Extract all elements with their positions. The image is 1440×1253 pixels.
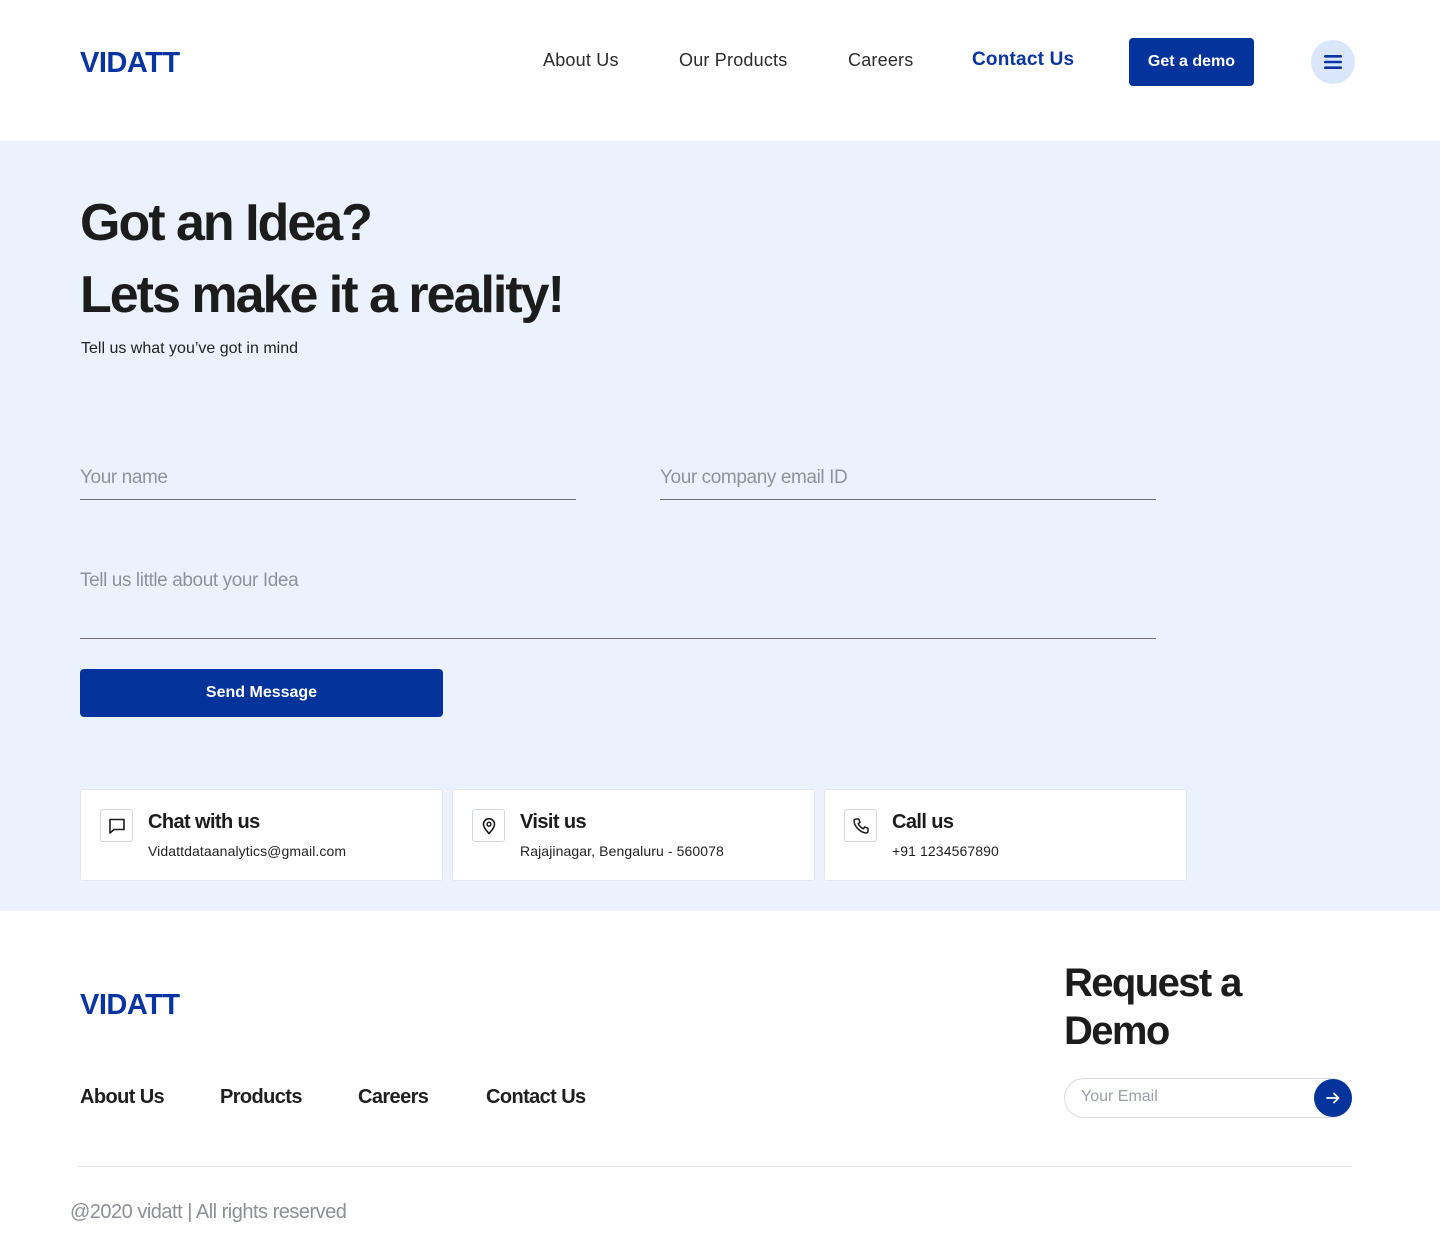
nav-about-us[interactable]: About Us [543,50,619,71]
contact-address-value: Rajajinagar, Bengaluru - 560078 [520,843,724,859]
footer-nav-careers[interactable]: Careers [358,1086,429,1109]
name-input[interactable] [80,467,576,489]
menu-button[interactable] [1311,40,1355,84]
contact-card-call: Call us +91 1234567890 [824,789,1187,881]
hero-subtitle: Tell us what you’ve got in mind [81,340,298,357]
chat-icon-box [100,809,133,842]
phone-icon [852,817,869,834]
chat-icon [108,818,125,834]
get-demo-button[interactable]: Get a demo [1129,38,1254,86]
footer-nav-products[interactable]: Products [220,1086,302,1109]
contact-email-value[interactable]: Vidattdataanalytics@gmail.com [148,843,346,859]
footer-brand-logo[interactable]: VIDATT [80,988,192,1018]
location-pin-icon [482,817,495,834]
nav-contact-us[interactable]: Contact Us [972,49,1074,71]
contact-title: Call us [892,811,954,833]
svg-text:VIDATT: VIDATT [80,989,180,1018]
arrow-right-icon [1326,1092,1340,1104]
demo-email-input[interactable] [1081,1088,1301,1106]
hero-title-line2: Lets make it a reality! [80,266,565,324]
footer-divider [78,1166,1352,1167]
nav-our-products[interactable]: Our Products [679,50,787,71]
request-demo-title: Request a Demo [1064,961,1242,1053]
vidatt-logo-mark: VIDATT [80,989,181,1018]
nav-careers[interactable]: Careers [848,50,913,71]
demo-submit-button[interactable] [1314,1079,1352,1117]
site-header: VIDATT About Us Our Products Careers Con… [0,0,1440,141]
demo-email-field [1064,1078,1352,1118]
email-field [660,467,1156,500]
brand-logo[interactable]: VIDATT [80,46,192,76]
contact-title: Visit us [520,811,587,833]
contact-title: Chat with us [148,811,260,833]
svg-text:VIDATT: VIDATT [80,47,180,76]
idea-field [80,570,1156,639]
location-icon-box [472,809,505,842]
hero-title-line1: Got an Idea? [80,194,373,252]
copyright-text: @2020 vidatt | All rights reserved [70,1201,347,1223]
send-message-button[interactable]: Send Message [80,669,443,717]
footer-nav-about-us[interactable]: About Us [80,1086,165,1109]
name-field [80,467,576,500]
hamburger-icon [1324,55,1342,69]
contact-card-chat: Chat with us Vidattdataanalytics@gmail.c… [80,789,443,881]
phone-icon-box [844,809,877,842]
idea-textarea[interactable] [80,570,1156,630]
vidatt-logo-mark: VIDATT [80,47,181,76]
footer-nav-contact-us[interactable]: Contact Us [486,1086,586,1109]
contact-phone-value[interactable]: +91 1234567890 [892,843,999,859]
contact-card-visit: Visit us Rajajinagar, Bengaluru - 560078 [452,789,815,881]
company-email-input[interactable] [660,467,1156,489]
contact-section: Got an Idea? Lets make it a reality! Tel… [0,141,1440,911]
